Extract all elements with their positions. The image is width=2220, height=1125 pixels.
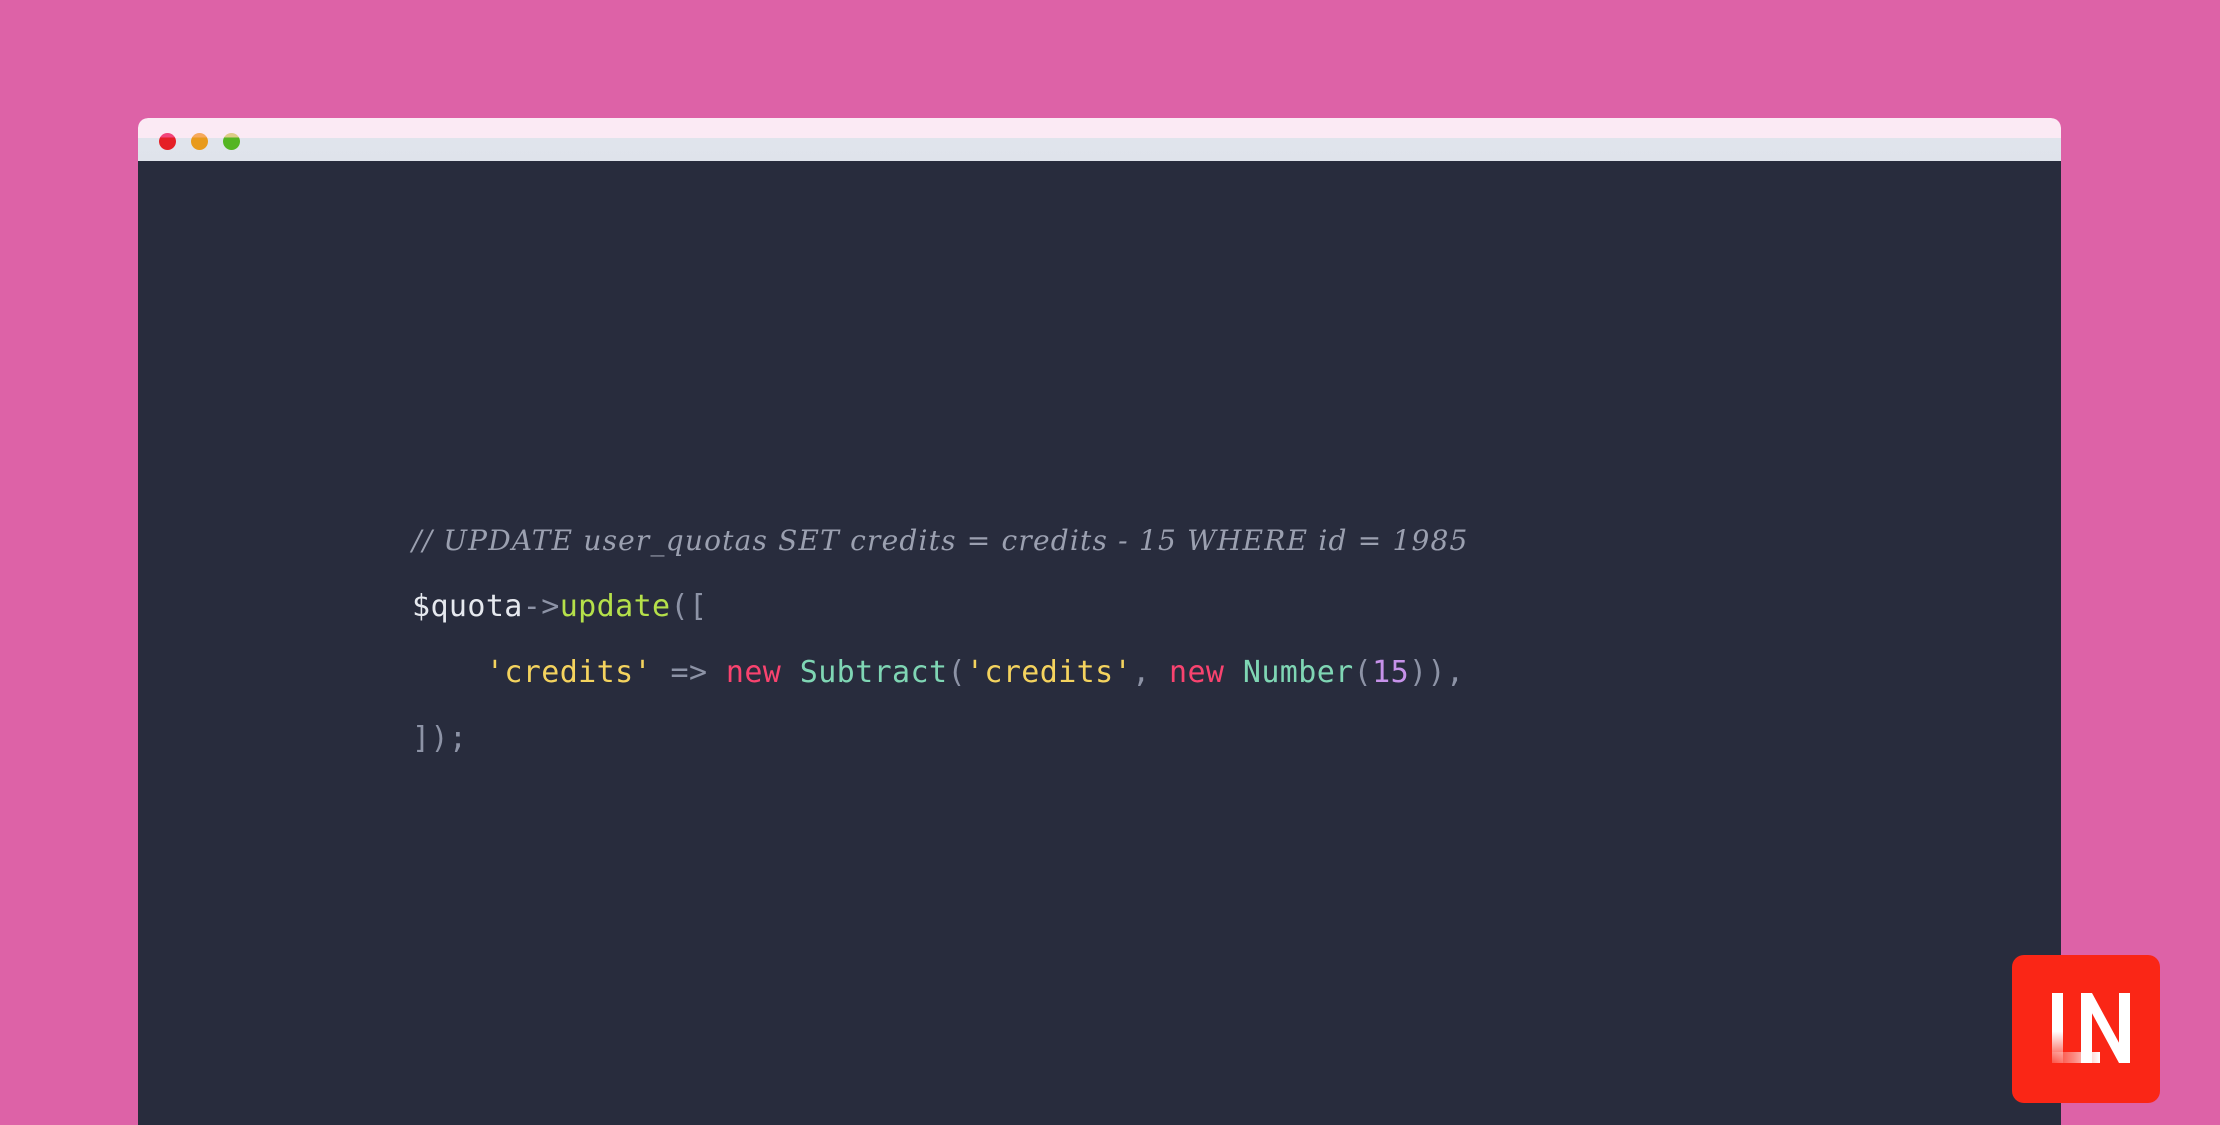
code-token-punct: ( [1353,655,1373,690]
laravel-news-logo [2012,955,2160,1103]
window-titlebar[interactable] [138,118,2061,161]
code-token-punct: ( [947,655,966,690]
minimize-button[interactable] [191,132,208,150]
maximize-button[interactable] [223,132,240,150]
code-editor-surface[interactable]: // UPDATE user_quotas SET credits = cred… [138,161,2061,1125]
code-line: 'credits' => new Subtract('credits', new… [412,640,1469,706]
code-token-punct: -> [522,589,560,624]
code-token-class: Number [1242,655,1354,690]
code-token-punct: )), [1409,655,1465,690]
code-token-punct: , [1132,655,1169,690]
code-token-punct: => [652,655,726,690]
code-line: // UPDATE user_quotas SET credits = cred… [412,508,1469,574]
code-token-keyword: new [725,655,782,690]
code-editor-window: // UPDATE user_quotas SET credits = cred… [138,118,2061,1125]
code-token-string: 'credits' [485,655,653,690]
code-token-string: 'credits' [965,655,1133,690]
window-controls [159,132,240,150]
screenshot-canvas: // UPDATE user_quotas SET credits = cred… [0,0,2220,1125]
code-token-class: Subtract [799,655,948,690]
code-token-comment: // UPDATE user_quotas SET credits = cred… [412,524,1469,557]
code-token-keyword: new [1169,655,1225,690]
code-line: ]); [412,706,1469,772]
code-token-number: 15 [1372,655,1410,690]
close-button[interactable] [159,132,176,150]
code-token-plain: $quota [412,589,523,624]
code-token-method: update [559,589,671,624]
code-token-punct: ]); [412,721,468,756]
code-token-punct: ([ [670,589,708,624]
code-line: $quota->update([ [412,574,1469,640]
code-block[interactable]: // UPDATE user_quotas SET credits = cred… [412,508,1469,772]
